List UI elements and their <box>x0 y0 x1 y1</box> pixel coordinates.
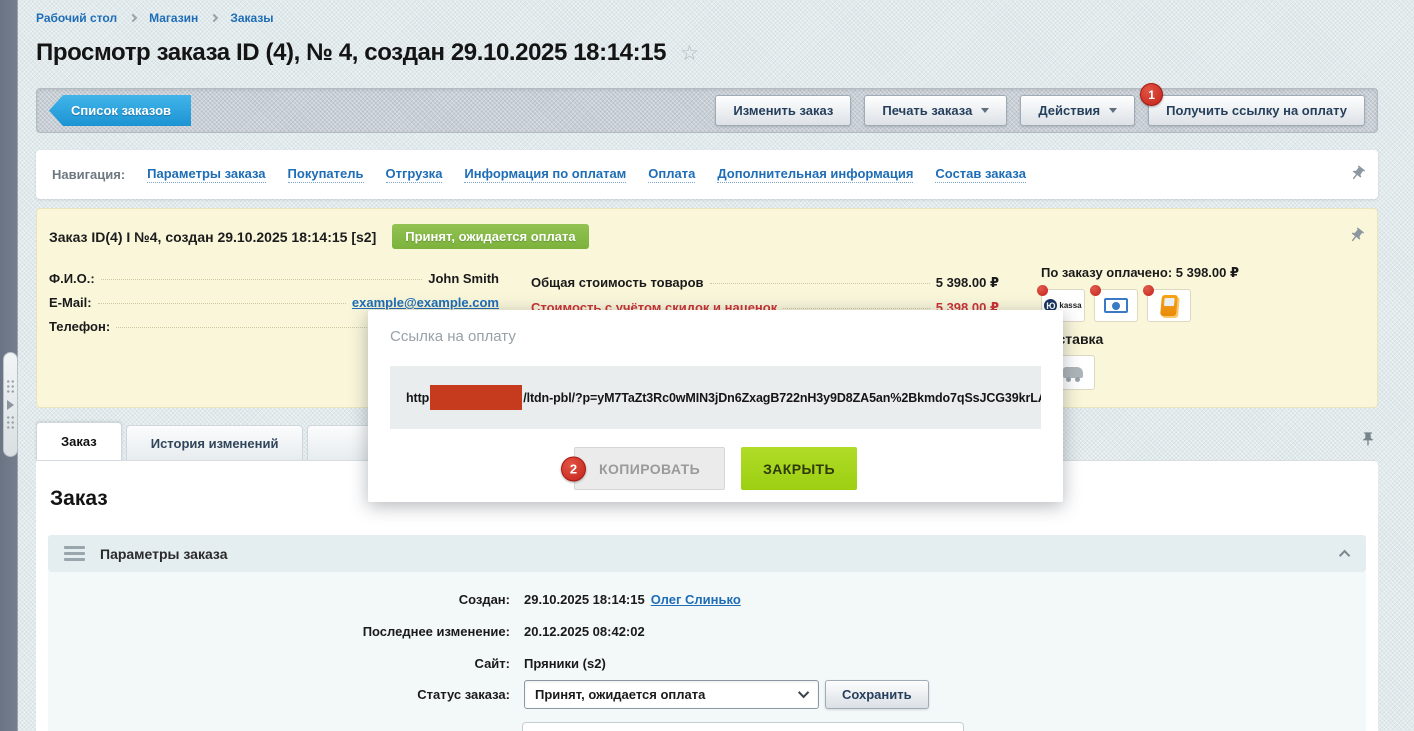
anchor-navigation: Навигация: Параметры заказа Покупатель О… <box>36 150 1378 199</box>
row-order-status: Статус заказа: Принят, ожидается оплата … <box>48 680 1366 709</box>
payment-url-box[interactable]: http/ltdn-pbl/?p=yM7TaZt3Rc0wMIN3jDn6Zxa… <box>390 366 1041 429</box>
collapse-chevron-icon[interactable] <box>1339 549 1350 560</box>
save-status-button[interactable]: Сохранить <box>825 680 929 709</box>
order-summary-title: Заказ ID(4) I №4, создан 29.10.2025 18:1… <box>49 229 376 245</box>
order-section-heading: Заказ <box>50 487 108 511</box>
page-title: Просмотр заказа ID (4), № 4, создан 29.1… <box>36 39 666 67</box>
nav-link-additional-info[interactable]: Дополнительная информация <box>717 166 913 183</box>
row-label: Последнее изменение: <box>48 624 510 639</box>
nav-link-order-params[interactable]: Параметры заказа <box>147 166 265 183</box>
sidebar-expand-handle[interactable] <box>3 352 18 457</box>
contact-row-name: Ф.И.О.: John Smith <box>49 271 499 286</box>
orders-list-button[interactable]: Список заказов <box>49 95 191 126</box>
row-value: Пряники (s2) <box>524 656 606 671</box>
red-dot-indicator <box>1090 285 1101 296</box>
total-row-goods: Общая стоимость товаров 5 398.00 ₽ <box>531 275 999 291</box>
order-status-badge: Принят, ожидается оплата <box>392 224 588 249</box>
pin-icon[interactable] <box>1348 227 1365 244</box>
dotted-leader <box>98 303 346 304</box>
row-label: Статус заказа: <box>48 687 510 702</box>
redacted-domain-block <box>430 385 522 410</box>
delivery-icon <box>1063 367 1083 378</box>
dotted-leader <box>101 279 423 280</box>
next-field-box[interactable] <box>522 722 964 731</box>
paid-amount-label: По заказу оплачено: 5 398.00 ₽ <box>1041 265 1371 281</box>
step-badge-1: 1 <box>1140 83 1163 106</box>
order-params-body: Создан: 29.10.2025 18:14:15 Олег Слинько… <box>48 572 1366 731</box>
chevron-down-icon <box>798 687 809 698</box>
get-payment-link-button[interactable]: 1 Получить ссылку на оплату <box>1148 95 1365 126</box>
actions-button[interactable]: Действия <box>1020 95 1135 126</box>
step-badge-2: 2 <box>561 456 586 481</box>
breadcrumb: Рабочий стол Магазин Заказы <box>36 11 274 25</box>
close-modal-button[interactable]: ЗАКРЫТЬ <box>741 447 857 490</box>
get-payment-link-label: Получить ссылку на оплату <box>1166 103 1347 118</box>
nav-link-payment[interactable]: Оплата <box>648 166 695 183</box>
chevron-right-icon <box>129 13 137 21</box>
edit-order-label: Изменить заказ <box>733 103 833 118</box>
field-label: Ф.И.О.: <box>49 271 95 286</box>
order-status-select[interactable]: Принят, ожидается оплата <box>524 680 819 709</box>
caret-down-icon <box>981 108 989 113</box>
grip-dots <box>6 415 15 431</box>
field-label: E-Mail: <box>49 295 92 310</box>
row-label: Создан: <box>48 592 510 607</box>
terminal-icon <box>1160 295 1178 316</box>
tab-order[interactable]: Заказ <box>36 422 122 460</box>
print-order-label: Печать заказа <box>882 103 972 118</box>
row-last-modified: Последнее изменение: 20.12.2025 08:42:02 <box>48 624 1366 639</box>
payment-method-terminal[interactable] <box>1147 289 1191 322</box>
row-value: 29.10.2025 18:14:15 <box>524 592 645 607</box>
nav-link-buyer[interactable]: Покупатель <box>288 166 364 183</box>
modal-title: Ссылка на оплату <box>390 328 516 345</box>
nav-link-payment-info[interactable]: Информация по оплатам <box>464 166 626 183</box>
payment-link-modal: Ссылка на оплату http/ltdn-pbl/?p=yM7TaZ… <box>368 310 1063 502</box>
grip-dots <box>6 379 15 395</box>
order-params-title: Параметры заказа <box>100 546 227 562</box>
field-label: Телефон: <box>49 319 110 334</box>
breadcrumb-desktop[interactable]: Рабочий стол <box>36 11 117 25</box>
red-dot-indicator <box>1037 285 1048 296</box>
pin-icon[interactable] <box>1349 165 1366 182</box>
row-value: 20.12.2025 08:42:02 <box>524 624 645 639</box>
edit-order-button[interactable]: Изменить заказ <box>715 95 851 126</box>
toolbar: Список заказов Изменить заказ Печать зак… <box>36 88 1378 133</box>
dotted-leader <box>783 308 930 309</box>
print-order-button[interactable]: Печать заказа <box>864 95 1007 126</box>
total-label: Общая стоимость товаров <box>531 275 704 290</box>
payment-url-prefix: http <box>406 391 429 405</box>
caret-down-icon <box>1109 108 1117 113</box>
expand-arrow-icon <box>7 400 14 410</box>
contact-row-email: E-Mail: example@example.com <box>49 295 499 310</box>
total-value: 5 398.00 ₽ <box>936 275 999 291</box>
red-dot-indicator <box>1143 285 1154 296</box>
actions-label: Действия <box>1038 103 1100 118</box>
pin-icon[interactable] <box>1360 431 1376 447</box>
order-status-selected-value: Принят, ожидается оплата <box>535 687 705 702</box>
dotted-leader <box>710 283 930 284</box>
cash-icon <box>1104 298 1128 313</box>
nav-link-order-contents[interactable]: Состав заказа <box>935 166 1026 183</box>
nav-link-shipment[interactable]: Отгрузка <box>386 166 443 183</box>
created-by-user-link[interactable]: Олег Слинько <box>651 592 741 607</box>
breadcrumb-orders[interactable]: Заказы <box>230 11 273 25</box>
email-link[interactable]: example@example.com <box>352 295 499 310</box>
drag-handle-icon[interactable] <box>64 546 85 561</box>
field-value: John Smith <box>428 271 499 286</box>
payment-url-path: /ltdn-pbl/?p=yM7TaZt3Rc0wMIN3jDn6ZxagB72… <box>523 391 1041 405</box>
navigation-label: Навигация: <box>52 167 125 182</box>
favorite-star-icon[interactable]: ☆ <box>680 43 699 64</box>
tab-change-history[interactable]: История изменений <box>126 425 304 460</box>
order-params-section-header: Параметры заказа <box>48 535 1366 572</box>
row-created: Создан: 29.10.2025 18:14:15 Олег Слинько <box>48 592 1366 607</box>
row-label: Сайт: <box>48 656 510 671</box>
yookassa-label: kassa <box>1059 301 1081 310</box>
row-site: Сайт: Пряники (s2) <box>48 656 1366 671</box>
chevron-right-icon <box>210 13 218 21</box>
payment-method-cash[interactable] <box>1094 289 1138 322</box>
copy-link-button[interactable]: КОПИРОВАТЬ <box>574 447 725 490</box>
breadcrumb-shop[interactable]: Магазин <box>149 11 198 25</box>
left-sidebar-rail <box>0 0 18 731</box>
